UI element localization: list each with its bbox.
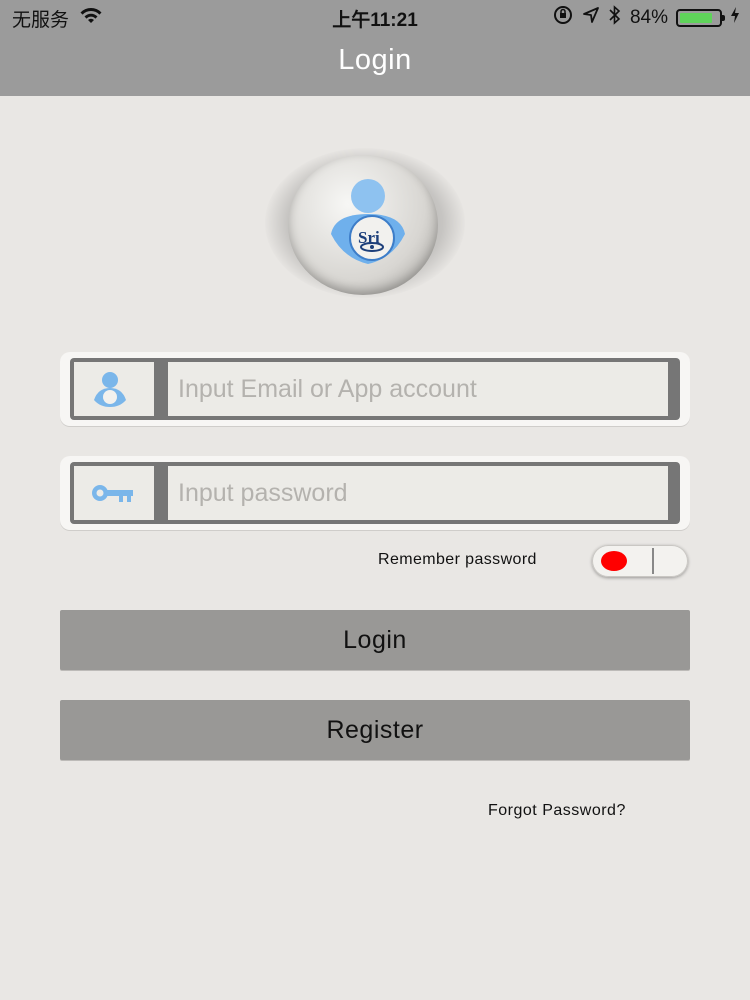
status-bar: 无服务 上午11:21 84% <box>0 0 750 32</box>
account-field-container <box>60 352 690 426</box>
location-icon <box>582 6 600 30</box>
account-input[interactable] <box>168 362 668 416</box>
toggle-knob <box>601 551 627 571</box>
forgot-password-link[interactable]: Forgot Password? <box>488 802 626 820</box>
battery-icon <box>676 9 725 27</box>
remember-password-label: Remember password <box>378 551 537 568</box>
navigation-bar: 无服务 上午11:21 84% Login <box>0 0 750 96</box>
password-input[interactable] <box>168 466 668 520</box>
logo-person-icon <box>331 179 405 264</box>
register-button[interactable]: Register <box>60 700 690 760</box>
battery-fill <box>680 13 712 23</box>
charging-icon <box>730 6 740 30</box>
orientation-lock-icon <box>552 5 574 31</box>
remember-password-toggle[interactable] <box>592 545 688 577</box>
user-icon <box>90 370 130 408</box>
password-field-container <box>60 456 690 530</box>
key-icon <box>90 474 133 512</box>
bluetooth-icon <box>608 5 622 31</box>
battery-percent: 84% <box>629 7 668 28</box>
page-title: Login <box>338 44 412 76</box>
status-right: 84% <box>552 5 740 31</box>
app-logo: Sri <box>265 148 465 298</box>
toggle-divider <box>652 548 654 574</box>
login-button[interactable]: Login <box>60 610 690 670</box>
logo-text: Sri <box>358 228 380 247</box>
